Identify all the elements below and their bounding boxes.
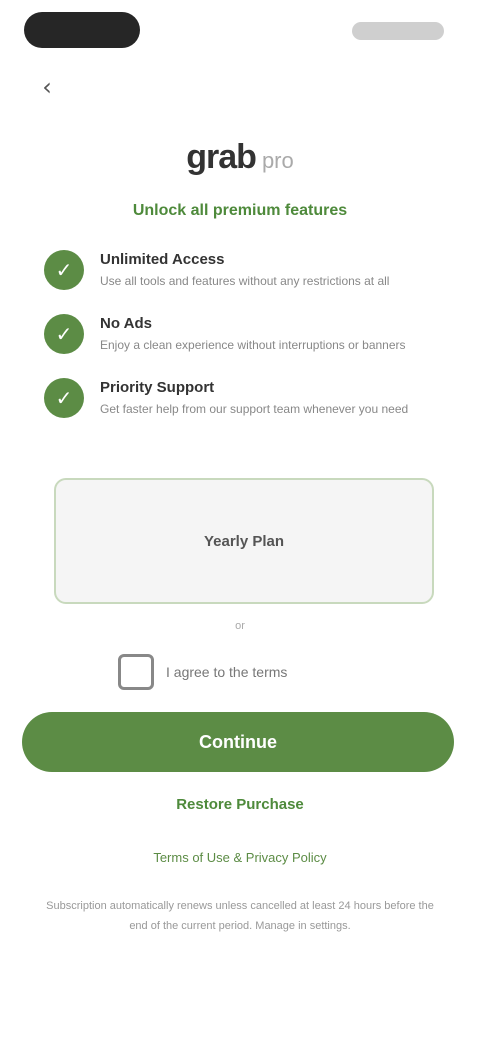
plan-option[interactable]: Yearly Plan bbox=[54, 478, 434, 604]
feature-title: Priority Support bbox=[100, 379, 215, 396]
logo-secondary: pro bbox=[261, 148, 294, 173]
feature-desc: Get faster help from our support team wh… bbox=[100, 402, 409, 416]
separator-note: or bbox=[235, 620, 245, 632]
check-icon: ✓ bbox=[44, 378, 84, 418]
app-logo: grab pro bbox=[0, 138, 480, 177]
terms-link[interactable]: Terms of Use & Privacy Policy bbox=[0, 850, 480, 865]
feature-item: ✓ No Ads Enjoy a clean experience withou… bbox=[44, 314, 436, 354]
feature-desc: Use all tools and features without any r… bbox=[100, 274, 390, 288]
dynamic-island bbox=[24, 12, 140, 48]
feature-item: ✓ Unlimited Access Use all tools and fea… bbox=[44, 250, 436, 290]
consent-label: I agree to the terms bbox=[166, 664, 288, 680]
consent-checkbox[interactable] bbox=[118, 654, 154, 690]
legal-text: Subscription automatically renews unless… bbox=[46, 900, 434, 932]
feature-title: Unlimited Access bbox=[100, 251, 225, 268]
check-icon: ✓ bbox=[44, 250, 84, 290]
back-button[interactable]: ‹ bbox=[30, 70, 64, 104]
feature-desc: Enjoy a clean experience without interru… bbox=[100, 338, 406, 352]
feature-item: ✓ Priority Support Get faster help from … bbox=[44, 378, 436, 418]
check-icon: ✓ bbox=[44, 314, 84, 354]
continue-button[interactable]: Continue bbox=[22, 712, 454, 772]
status-icons bbox=[352, 22, 444, 40]
logo-primary: grab bbox=[186, 138, 257, 176]
feature-list: ✓ Unlimited Access Use all tools and fea… bbox=[44, 250, 436, 442]
promo-headline: Unlock all premium features bbox=[132, 202, 348, 219]
plan-label: Yearly Plan bbox=[203, 532, 285, 550]
restore-purchase-link[interactable]: Restore Purchase bbox=[0, 796, 480, 813]
feature-title: No Ads bbox=[100, 315, 152, 332]
consent-row[interactable]: I agree to the terms bbox=[118, 654, 362, 690]
chevron-left-icon: ‹ bbox=[42, 73, 52, 101]
